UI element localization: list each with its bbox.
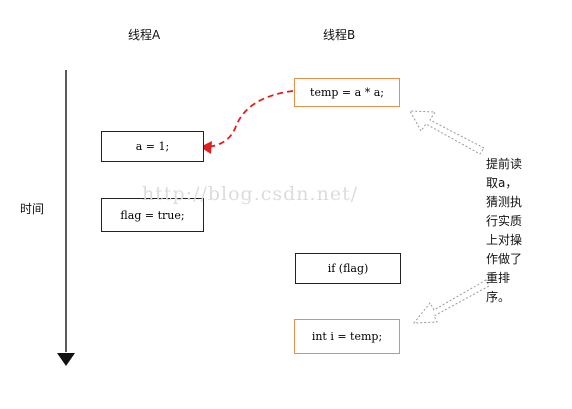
assign-flag-text: flag = true; bbox=[120, 208, 185, 222]
if-flag-text: if (flag) bbox=[327, 262, 369, 275]
temp-box: temp = a * a; bbox=[294, 78, 400, 107]
time-axis-label: 时间 bbox=[20, 202, 45, 216]
time-axis-arrowhead bbox=[57, 353, 75, 366]
thread-a-title: 线程A bbox=[128, 28, 161, 42]
watermark: http://blog.csdn.net/ bbox=[142, 183, 359, 205]
annotation-line: 取a， bbox=[486, 176, 518, 190]
assign-a-box: a = 1; bbox=[101, 131, 204, 162]
speculative-read-arrow bbox=[205, 90, 294, 148]
annotation-line: 作做了 bbox=[486, 252, 523, 266]
annotation-arrow-lower bbox=[412, 279, 490, 324]
annotation-line: 重排 bbox=[486, 271, 511, 285]
annotation-line: 猜测执 bbox=[486, 195, 523, 209]
if-flag-box: if (flag) bbox=[295, 253, 401, 284]
temp-text: temp = a * a; bbox=[310, 86, 384, 99]
int-i-text: int i = temp; bbox=[311, 330, 383, 343]
annotation-line: 序。 bbox=[486, 290, 511, 304]
thread-b-title: 线程B bbox=[323, 28, 356, 42]
annotation-line: 行实质 bbox=[486, 214, 523, 228]
annotation-arrow-upper bbox=[409, 110, 485, 155]
int-i-box: int i = temp; bbox=[294, 319, 400, 354]
assign-a-text: a = 1; bbox=[135, 140, 170, 153]
annotation-line: 上对操 bbox=[486, 233, 523, 247]
annotation-note: 提前读 取a， 猜测执 行实质 上对操 作做了 重排 序。 bbox=[486, 155, 548, 307]
annotation-line: 提前读 bbox=[486, 157, 523, 171]
